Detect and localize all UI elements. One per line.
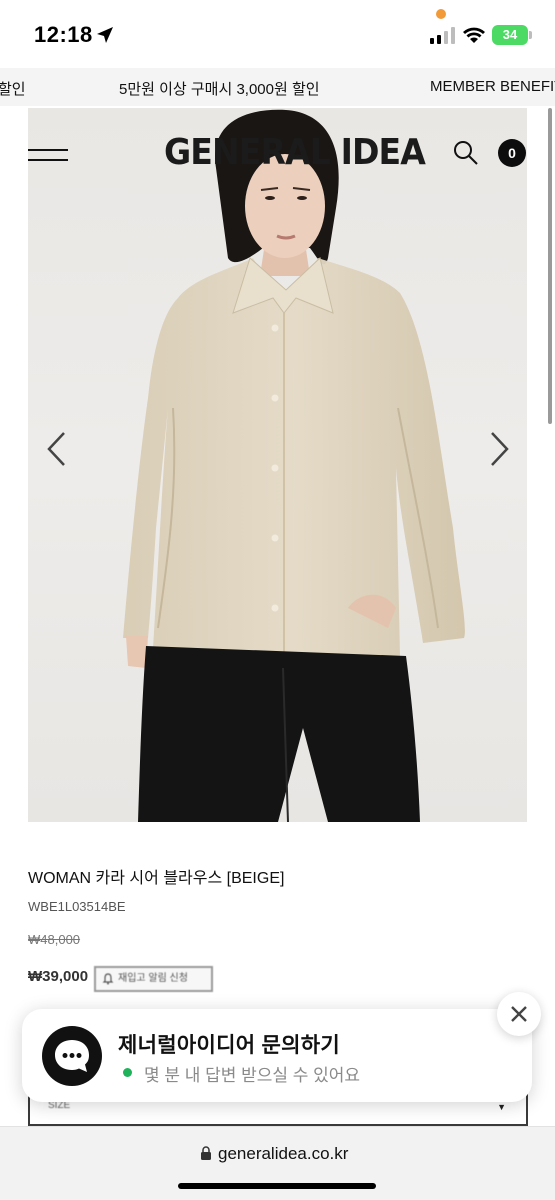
cart-button[interactable]: 0 <box>498 139 526 167</box>
privacy-indicator-dot <box>436 9 446 19</box>
chat-bubble-glyph <box>55 1040 89 1072</box>
url-text: generalidea.co.kr <box>218 1144 349 1163</box>
page-scrollbar[interactable] <box>548 108 552 424</box>
lock-icon <box>201 1146 211 1160</box>
product-image-carousel[interactable] <box>28 108 527 822</box>
chat-bubble-icon <box>42 1026 102 1086</box>
brand-logo[interactable]: GENERAL IDEA <box>164 132 426 173</box>
wifi-icon <box>463 27 485 43</box>
bell-icon <box>102 973 114 985</box>
restock-alert-button[interactable]: 재입고 알림 신청 <box>94 966 213 992</box>
search-icon <box>454 141 478 165</box>
home-indicator[interactable] <box>178 1183 376 1189</box>
original-price: ₩48,000 <box>28 932 81 947</box>
promo-marquee[interactable]: 할인 5만원 이상 구매시 3,000원 할인 MEMBER BENEFIT <box>0 68 555 106</box>
location-arrow-icon <box>97 27 113 43</box>
carousel-prev-button[interactable] <box>44 430 70 468</box>
battery-tip <box>529 31 532 39</box>
online-status-dot <box>123 1068 132 1077</box>
hamburger-menu-icon <box>28 149 68 151</box>
status-time: 12:18 <box>34 22 93 47</box>
chevron-right-icon <box>491 432 509 466</box>
sale-price: ₩39,000 <box>28 968 89 985</box>
promo-item-next: MEMBER BENEFIT <box>430 78 555 95</box>
product-photo <box>123 109 465 822</box>
close-icon <box>511 1006 527 1022</box>
promo-item-main: 5만원 이상 구매시 3,000원 할인 <box>119 81 320 98</box>
cellular-signal-icon <box>430 27 455 44</box>
promo-item-prev: 할인 <box>0 81 26 98</box>
battery-indicator: 34 <box>492 25 528 45</box>
caret-down-icon: ▼ <box>497 1102 506 1112</box>
product-name: WOMAN 카라 시어 블라우스 [BEIGE] <box>28 870 285 887</box>
close-chat-banner-button[interactable] <box>497 992 541 1036</box>
search-button[interactable] <box>453 140 479 166</box>
chevron-left-icon <box>47 432 65 466</box>
carousel-next-button[interactable] <box>486 430 512 468</box>
chat-inquiry-banner[interactable]: 제너럴아이디어 문의하기 몇 분 내 답변 받으실 수 있어요 <box>22 1009 532 1102</box>
battery-level: 34 <box>502 27 518 42</box>
product-code: WBE1L03514BE <box>28 899 126 914</box>
hamburger-menu-icon-line <box>28 159 68 161</box>
restock-alert-label: 재입고 알림 신청 <box>118 973 188 984</box>
chat-banner-subtitle: 몇 분 내 답변 받으실 수 있어요 <box>144 1066 361 1085</box>
hamburger-menu-button[interactable] <box>28 146 70 168</box>
browser-address-bar[interactable]: generalidea.co.kr <box>0 1126 555 1200</box>
chat-banner-title: 제너럴아이디어 문의하기 <box>118 1034 340 1057</box>
status-bar: 12:18 34 <box>0 0 555 68</box>
